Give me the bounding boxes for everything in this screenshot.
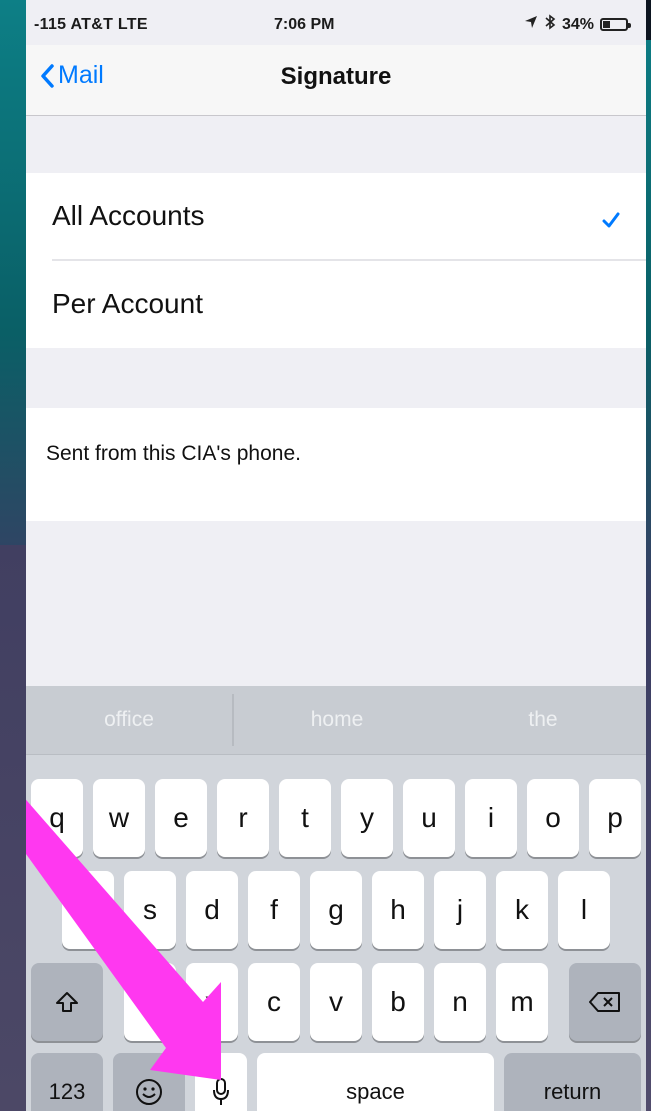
- phone-screen: -115 AT&T LTE 7:06 PM 34% Mail Signature…: [26, 0, 646, 1111]
- annotation-arrow: [26, 799, 221, 1080]
- arrow-shape: [26, 799, 221, 1080]
